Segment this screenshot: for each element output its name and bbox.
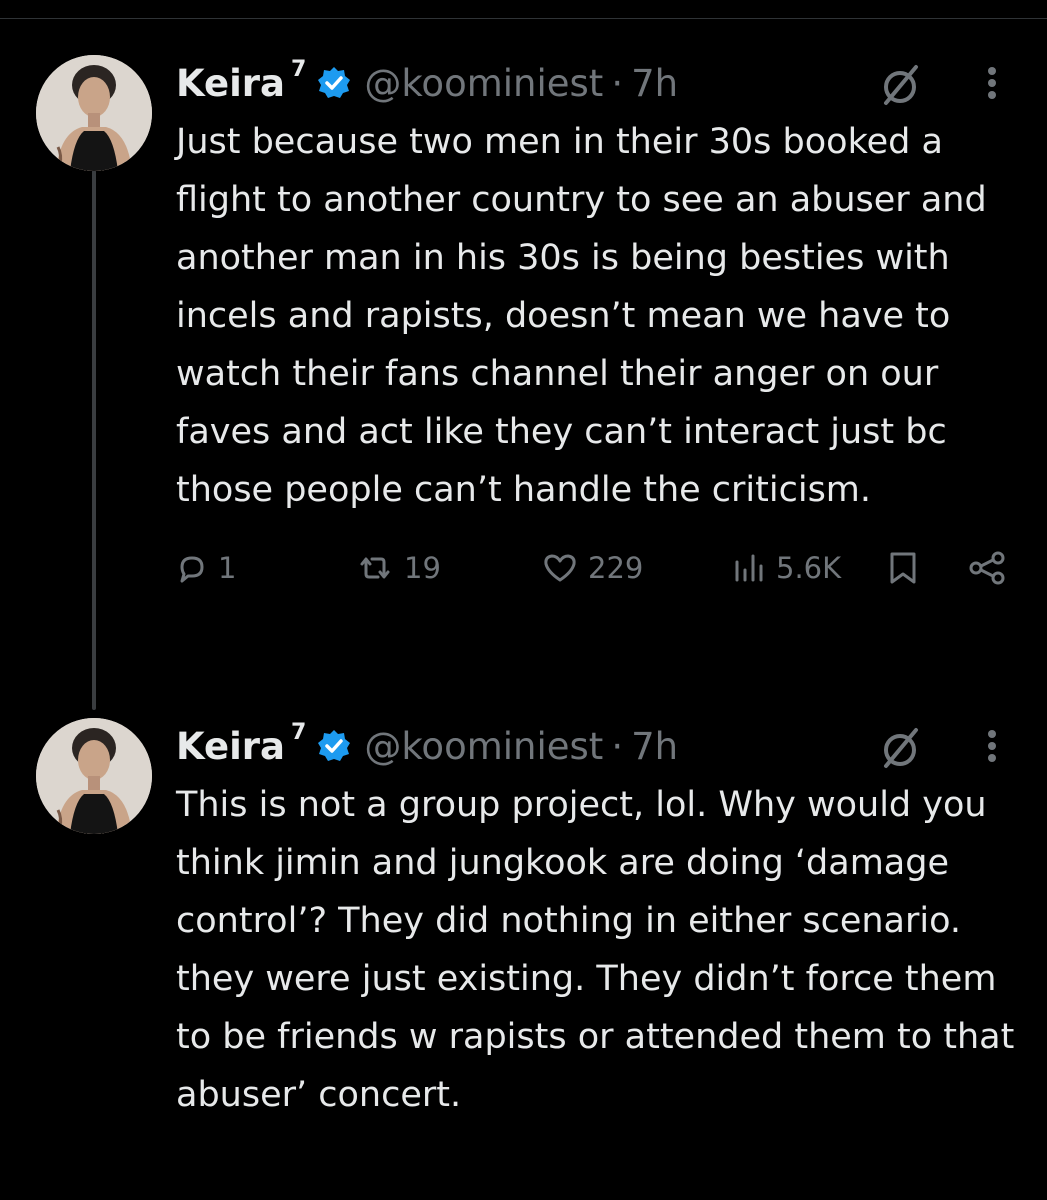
tweet-actions: 1 19 229 5.6K — [176, 543, 1016, 603]
views-count: 5.6K — [776, 551, 842, 585]
views-icon — [735, 554, 763, 582]
author-handle[interactable]: @koominiest — [364, 725, 603, 768]
share-button[interactable] — [968, 551, 1016, 585]
bookmark-button[interactable] — [888, 551, 928, 585]
avatar[interactable] — [36, 718, 152, 834]
tweet-text: Just because two men in their 30s booked… — [176, 122, 987, 510]
header-separator: · — [611, 724, 624, 768]
like-button[interactable]: 229 — [542, 551, 643, 585]
avatar[interactable] — [36, 55, 152, 171]
reply-count: 1 — [218, 551, 237, 585]
author-name-superscript: 7 — [291, 56, 307, 82]
repost-count: 19 — [404, 551, 441, 585]
tweet-header: Keira 7 @koominiest · 7h — [176, 55, 1016, 111]
verified-badge-icon — [316, 728, 352, 764]
header-separator: · — [611, 61, 624, 105]
like-count: 229 — [588, 551, 644, 585]
author-handle[interactable]: @koominiest — [364, 62, 603, 105]
timestamp[interactable]: 7h — [631, 725, 678, 768]
like-icon — [544, 554, 576, 582]
share-icon — [969, 551, 1005, 585]
bookmark-icon — [890, 552, 916, 584]
views-button[interactable]: 5.6K — [732, 551, 841, 585]
top-divider — [0, 18, 1047, 19]
tweet-header: Keira 7 @koominiest · 7h — [176, 718, 1016, 774]
repost-button[interactable]: 19 — [356, 551, 441, 585]
more-options-icon[interactable] — [986, 63, 998, 103]
thread-connector-line — [92, 170, 96, 710]
grok-icon[interactable] — [878, 726, 922, 770]
author-name[interactable]: Keira — [176, 725, 285, 768]
author-name-superscript: 7 — [291, 719, 307, 745]
grok-icon[interactable] — [878, 63, 922, 107]
more-options-icon[interactable] — [986, 726, 998, 766]
timestamp[interactable]: 7h — [631, 62, 678, 105]
tweet-text: This is not a group project, lol. Why wo… — [176, 785, 1015, 1115]
repost-icon — [360, 557, 390, 579]
reply-button[interactable]: 1 — [176, 551, 236, 585]
author-name[interactable]: Keira — [176, 62, 285, 105]
verified-badge-icon — [316, 65, 352, 101]
reply-icon — [180, 556, 204, 583]
